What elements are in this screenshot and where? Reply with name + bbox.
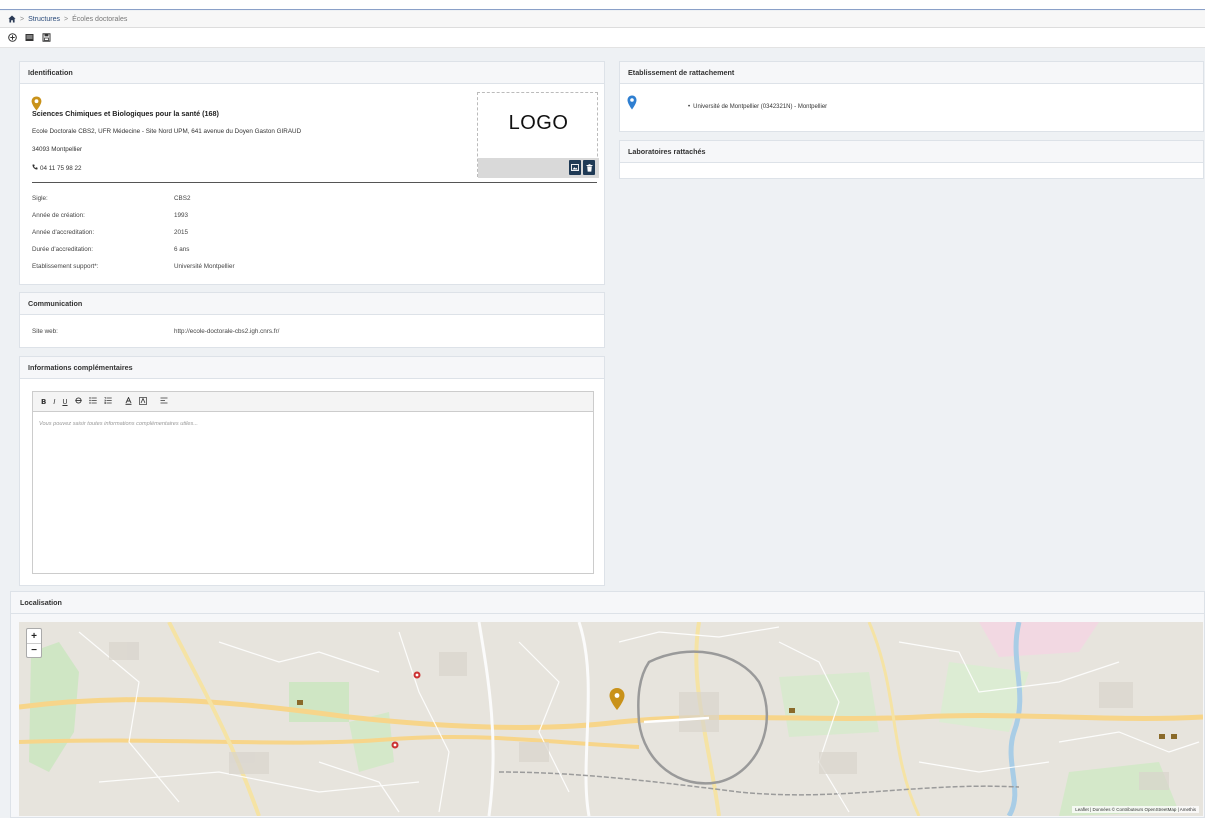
field-label-creation: Année de création: — [32, 212, 85, 219]
panel-title: Communication — [20, 293, 604, 315]
panel-title: Laboratoires rattachés — [620, 141, 1203, 163]
panel-title: Localisation — [11, 592, 1204, 614]
logo-box: LOGO — [477, 92, 599, 178]
field-value-accreditation-year: 2015 — [174, 229, 189, 236]
communication-panel: Communication — [19, 292, 605, 348]
field-label-accreditation-duration: Durée d'accreditation: — [32, 246, 94, 253]
top-strip — [0, 0, 1205, 10]
bullet-list-icon[interactable] — [88, 397, 97, 406]
panel-title: Informations complémentaires — [20, 357, 604, 379]
action-toolbar — [0, 28, 1205, 48]
field-value-support: Université Montpellier — [174, 263, 235, 270]
field-value-creation: 1993 — [174, 212, 189, 219]
save-button[interactable] — [41, 32, 52, 43]
map-tiles — [19, 622, 1203, 816]
zoom-in-button[interactable]: + — [27, 629, 41, 643]
list-button[interactable] — [24, 32, 35, 43]
underline-button[interactable]: U — [62, 398, 67, 406]
bold-button[interactable]: B — [41, 398, 46, 406]
field-label-support: Etablissement support*: — [32, 263, 99, 270]
field-label-sigle: Sigle: — [32, 195, 48, 202]
phone-icon — [32, 164, 38, 172]
map[interactable]: Leaflet | Données © Contributeurs OpenSt… — [19, 622, 1203, 816]
field-label-accreditation-year: Année d'accreditation: — [32, 229, 95, 236]
breadcrumb-current: Écoles doctorales — [72, 15, 128, 23]
divider — [32, 182, 597, 183]
rattachement-item: • Université de Montpellier (0342321N) -… — [688, 104, 827, 110]
laboratoires-panel: Laboratoires rattachés — [619, 140, 1204, 179]
zoom-out-button[interactable]: − — [27, 643, 41, 657]
breadcrumb: > Structures > Écoles doctorales — [0, 11, 1205, 28]
field-value-accreditation-duration: 6 ans — [174, 246, 190, 253]
field-value-sigle: CBS2 — [174, 195, 191, 202]
strike-button[interactable] — [74, 397, 82, 406]
upload-logo-button[interactable] — [569, 160, 581, 175]
phone-number: 04 11 75 98 22 — [40, 164, 82, 172]
complements-editor[interactable]: Vous pouvez saisir toutes informations c… — [32, 411, 594, 574]
breadcrumb-structures[interactable]: Structures — [28, 16, 60, 23]
panel-title: Etablissement de rattachement — [620, 62, 1203, 84]
address-line-2: 34093 Montpellier — [32, 146, 83, 153]
site-link[interactable]: http://ecole-doctorale-cbs2.igh.cnrs.fr/ — [174, 328, 279, 335]
editor-toolbar: B I U — [32, 391, 594, 412]
rattachement-panel: Etablissement de rattachement — [619, 61, 1204, 132]
address-line-1: Ecole Doctorale CBS2, UFR Médecine - Sit… — [32, 128, 302, 135]
logo-placeholder: LOGO — [508, 112, 569, 134]
panel-title: Identification — [20, 62, 604, 84]
rattachement-label[interactable]: Université de Montpellier (0342321N) - M… — [693, 104, 827, 110]
highlight-icon[interactable] — [138, 396, 147, 407]
breadcrumb-separator: > — [64, 15, 69, 23]
map-attribution[interactable]: Leaflet | Données © Contributeurs OpenSt… — [1072, 806, 1199, 813]
editor-placeholder: Vous pouvez saisir toutes informations c… — [39, 421, 198, 427]
site-label: Site web: — [32, 328, 58, 335]
home-icon[interactable] — [8, 15, 16, 23]
structure-name: Sciences Chimiques et Biologiques pour l… — [32, 109, 219, 118]
numbered-list-icon[interactable] — [103, 397, 112, 406]
add-button[interactable] — [7, 32, 18, 43]
breadcrumb-separator: > — [20, 15, 25, 23]
italic-button[interactable]: I — [53, 398, 55, 406]
location-pin-icon — [627, 95, 637, 112]
phone-line: 04 11 75 98 22 — [32, 164, 82, 172]
map-zoom-control: + − — [26, 628, 42, 658]
logo-actions — [478, 158, 599, 178]
text-color-icon[interactable] — [125, 395, 132, 407]
delete-logo-button[interactable] — [583, 160, 595, 175]
bullet: • — [688, 104, 691, 110]
align-icon[interactable] — [160, 397, 168, 406]
